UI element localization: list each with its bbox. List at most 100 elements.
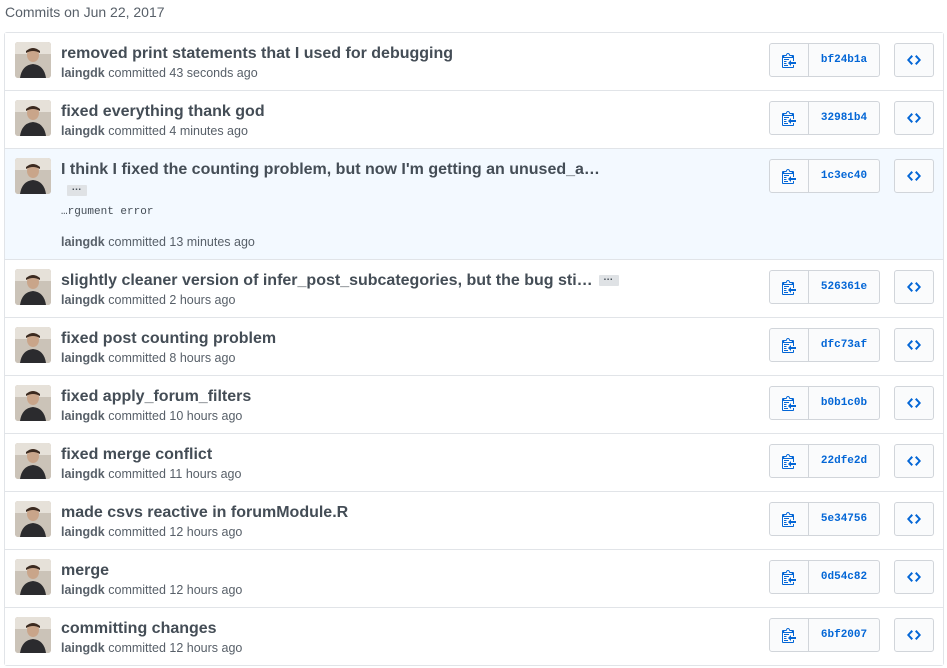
- commit-meta: laingdk committed 13 minutes ago: [61, 235, 255, 249]
- browse-files-button[interactable]: [894, 270, 934, 304]
- sha-link[interactable]: 1c3ec40: [809, 160, 879, 192]
- commit-row: removed print statements that I used for…: [5, 33, 943, 90]
- avatar-icon[interactable]: [15, 42, 51, 78]
- avatar-icon[interactable]: [15, 617, 51, 653]
- commit-meta: laingdk committed 43 seconds ago: [61, 66, 258, 80]
- copy-sha-button[interactable]: [770, 387, 809, 419]
- commit-author[interactable]: laingdk: [61, 467, 105, 481]
- copy-sha-button[interactable]: [770, 445, 809, 477]
- code-icon: [907, 630, 921, 640]
- commit-title[interactable]: fixed apply_forum_filters: [61, 387, 251, 407]
- code-icon: [907, 113, 921, 123]
- sha-link[interactable]: dfc73af: [809, 329, 879, 361]
- sha-button-group: b0b1c0b: [769, 386, 880, 420]
- code-icon: [907, 572, 921, 582]
- commit-title[interactable]: merge: [61, 561, 109, 581]
- commit-author[interactable]: laingdk: [61, 351, 105, 365]
- browse-files-button[interactable]: [894, 444, 934, 478]
- copy-sha-button[interactable]: [770, 561, 809, 593]
- avatar-icon[interactable]: [15, 385, 51, 421]
- avatar-icon[interactable]: [15, 443, 51, 479]
- commit-title-link[interactable]: slightly cleaner version of infer_post_s…: [61, 272, 593, 289]
- commit-author[interactable]: laingdk: [61, 583, 105, 597]
- commit-title-link[interactable]: I think I fixed the counting problem, bu…: [61, 161, 600, 178]
- sha-link[interactable]: 22dfe2d: [809, 445, 879, 477]
- browse-files-button[interactable]: [894, 328, 934, 362]
- commit-author[interactable]: laingdk: [61, 66, 105, 80]
- commit-time: 12 hours ago: [169, 583, 243, 597]
- code-icon: [907, 55, 921, 65]
- commit-verb: committed: [108, 293, 166, 307]
- copy-sha-button[interactable]: [770, 44, 809, 76]
- commit-title-link[interactable]: fixed post counting problem: [61, 330, 276, 347]
- commit-author[interactable]: laingdk: [61, 525, 105, 539]
- browse-files-button[interactable]: [894, 43, 934, 77]
- commit-description: …rgument error: [61, 206, 154, 218]
- browse-files-button[interactable]: [894, 159, 934, 193]
- commit-meta: laingdk committed 12 hours ago: [61, 641, 242, 655]
- commit-row: slightly cleaner version of infer_post_s…: [5, 259, 943, 317]
- commit-title[interactable]: fixed everything thank god: [61, 102, 265, 122]
- code-icon: [907, 398, 921, 408]
- commit-title-link[interactable]: fixed everything thank god: [61, 103, 265, 120]
- avatar-icon[interactable]: [15, 559, 51, 595]
- clippy-icon: [782, 512, 796, 527]
- commit-verb: committed: [108, 66, 166, 80]
- copy-sha-button[interactable]: [770, 503, 809, 535]
- browse-files-button[interactable]: [894, 101, 934, 135]
- avatar-icon[interactable]: [15, 327, 51, 363]
- commit-time: 10 hours ago: [169, 409, 243, 423]
- commit-title[interactable]: fixed post counting problem: [61, 329, 276, 349]
- sha-link[interactable]: 5e34756: [809, 503, 879, 535]
- commit-title[interactable]: fixed merge conflict: [61, 445, 212, 465]
- sha-link[interactable]: 0d54c82: [809, 561, 879, 593]
- commit-title-link[interactable]: fixed merge conflict: [61, 446, 212, 463]
- sha-link[interactable]: 526361e: [809, 271, 879, 303]
- commit-author[interactable]: laingdk: [61, 409, 105, 423]
- avatar-icon[interactable]: [15, 269, 51, 305]
- copy-sha-button[interactable]: [770, 329, 809, 361]
- sha-link[interactable]: 32981b4: [809, 102, 879, 134]
- avatar-icon[interactable]: [15, 501, 51, 537]
- clippy-icon: [782, 111, 796, 126]
- commit-title-link[interactable]: fixed apply_forum_filters: [61, 388, 251, 405]
- commit-meta: laingdk committed 11 hours ago: [61, 467, 241, 481]
- browse-files-button[interactable]: [894, 618, 934, 652]
- copy-sha-button[interactable]: [770, 160, 809, 192]
- expand-description-button[interactable]: …: [598, 273, 619, 287]
- copy-sha-button[interactable]: [770, 271, 809, 303]
- commit-author[interactable]: laingdk: [61, 641, 105, 655]
- commit-row: fixed merge conflict laingdk committed 1…: [5, 433, 943, 491]
- browse-files-button[interactable]: [894, 502, 934, 536]
- commit-title-link[interactable]: removed print statements that I used for…: [61, 45, 453, 62]
- commit-author[interactable]: laingdk: [61, 293, 105, 307]
- commit-title[interactable]: made csvs reactive in forumModule.R: [61, 503, 348, 523]
- sha-link[interactable]: 6bf2007: [809, 619, 879, 651]
- commit-title[interactable]: committing changes: [61, 619, 217, 639]
- commit-meta: laingdk committed 8 hours ago: [61, 351, 235, 365]
- browse-files-button[interactable]: [894, 560, 934, 594]
- clippy-icon: [782, 169, 796, 184]
- commit-verb: committed: [108, 641, 166, 655]
- commit-title-link[interactable]: made csvs reactive in forumModule.R: [61, 504, 348, 521]
- sha-link[interactable]: bf24b1a: [809, 44, 879, 76]
- commit-title-link[interactable]: committing changes: [61, 620, 217, 637]
- sha-link[interactable]: b0b1c0b: [809, 387, 879, 419]
- copy-sha-button[interactable]: [770, 619, 809, 651]
- copy-sha-button[interactable]: [770, 102, 809, 134]
- sha-button-group: bf24b1a: [769, 43, 880, 77]
- avatar-icon[interactable]: [15, 100, 51, 136]
- commit-author[interactable]: laingdk: [61, 235, 105, 249]
- commit-title-link[interactable]: merge: [61, 562, 109, 579]
- avatar-icon[interactable]: [15, 158, 51, 194]
- commit-author[interactable]: laingdk: [61, 124, 105, 138]
- commit-title[interactable]: I think I fixed the counting problem, bu…: [61, 160, 600, 180]
- commit-verb: committed: [108, 235, 166, 249]
- commit-title[interactable]: removed print statements that I used for…: [61, 44, 453, 64]
- browse-files-button[interactable]: [894, 386, 934, 420]
- commit-time: 4 minutes ago: [169, 124, 248, 138]
- sha-button-group: 32981b4: [769, 101, 880, 135]
- commit-title[interactable]: slightly cleaner version of infer_post_s…: [61, 271, 619, 291]
- expand-description-button[interactable]: …: [67, 183, 87, 196]
- code-icon: [907, 340, 921, 350]
